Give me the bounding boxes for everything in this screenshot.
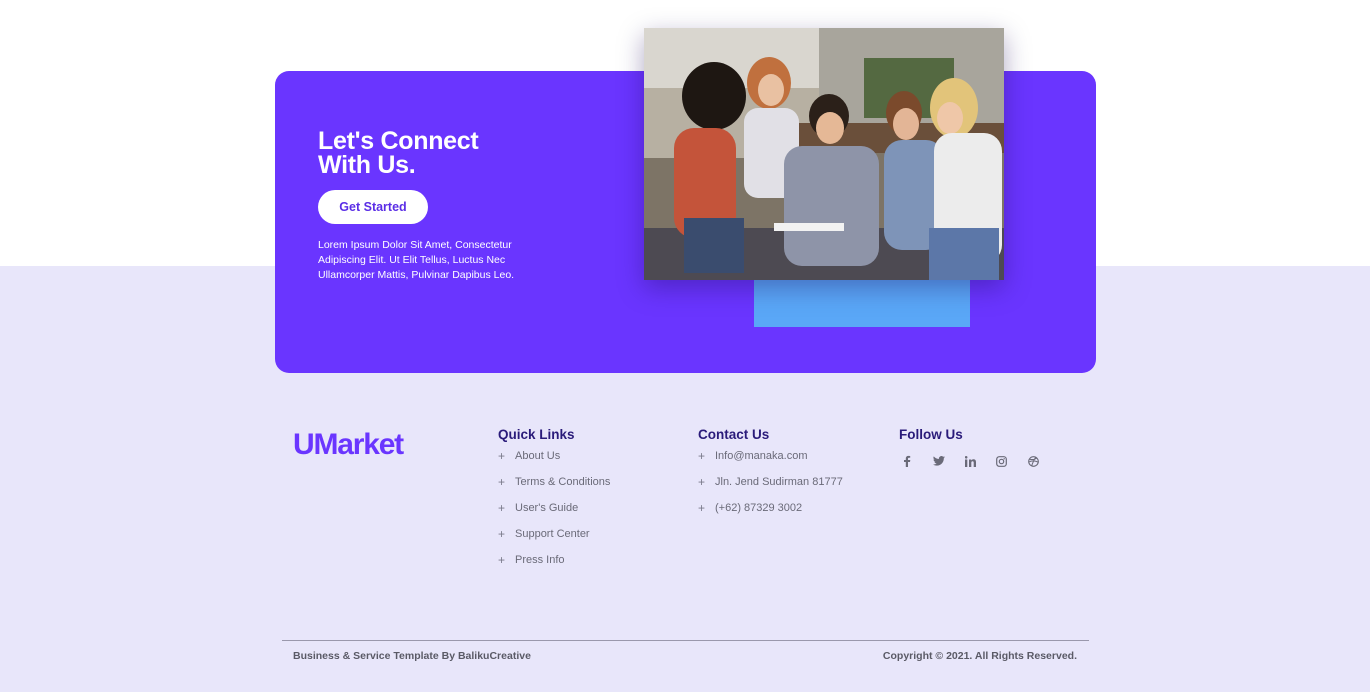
team-photo [644, 28, 1004, 280]
contact-label: (+62) 87329 3002 [715, 502, 803, 514]
plus-icon: + [498, 553, 506, 567]
footer-divider [282, 640, 1089, 641]
quick-link-label: Support Center [515, 528, 590, 540]
dribbble-icon[interactable] [1025, 453, 1041, 469]
contact-email[interactable]: + Info@manaka.com [698, 448, 843, 474]
footer-credit: Business & Service Template By BalikuCre… [293, 650, 531, 662]
plus-icon: + [698, 501, 706, 515]
get-started-button[interactable]: Get Started [318, 190, 428, 224]
instagram-icon[interactable] [994, 453, 1010, 469]
facebook-icon[interactable] [899, 453, 915, 469]
contact-title: Contact Us [698, 427, 770, 442]
quick-links-title: Quick Links [498, 427, 575, 442]
plus-icon: + [498, 501, 506, 515]
quick-link-label: User's Guide [515, 502, 579, 514]
contact-phone[interactable]: + (+62) 87329 3002 [698, 500, 843, 526]
quick-link-label: Press Info [515, 554, 565, 566]
plus-icon: + [498, 475, 506, 489]
quick-link-label: About Us [515, 450, 561, 462]
contact-label: Jln. Jend Sudirman 81777 [715, 476, 843, 488]
quick-link-label: Terms & Conditions [515, 476, 611, 488]
follow-column: Follow Us [899, 426, 1057, 469]
plus-icon: + [498, 527, 506, 541]
quick-link-press-info[interactable]: + Press Info [498, 552, 610, 578]
plus-icon: + [698, 449, 706, 463]
footer-logo[interactable]: UMarket [293, 428, 404, 462]
linkedin-icon[interactable] [962, 453, 978, 469]
contact-address: + Jln. Jend Sudirman 81777 [698, 474, 843, 500]
plus-icon: + [698, 475, 706, 489]
footer-copyright: Copyright © 2021. All Rights Reserved. [882, 650, 1077, 662]
twitter-icon[interactable] [931, 453, 947, 469]
contact-column: Contact Us + Info@manaka.com + Jln. Jend S… [698, 426, 843, 526]
quick-link-terms[interactable]: + Terms & Conditions [498, 474, 610, 500]
cta-description: Lorem Ipsum Dolor Sit Amet, Consectetur … [318, 239, 515, 281]
plus-icon: + [498, 449, 506, 463]
quick-link-about-us[interactable]: + About Us [498, 448, 610, 474]
quick-link-support-center[interactable]: + Support Center [498, 526, 610, 552]
cta-title-line2: With Us. [318, 151, 416, 179]
social-icons [899, 453, 1057, 469]
follow-title: Follow Us [899, 427, 963, 442]
cta-title: Let's Connect With Us. [318, 129, 578, 179]
quick-link-users-guide[interactable]: + User's Guide [498, 500, 610, 526]
quick-links-column: Quick Links + About Us + Terms & Condition… [498, 426, 610, 578]
contact-label: Info@manaka.com [715, 450, 808, 462]
